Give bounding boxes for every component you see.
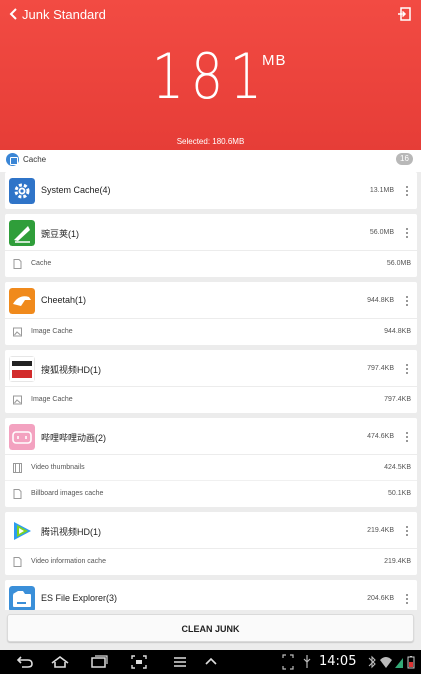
app-name: 腾讯视频HD(1) — [41, 527, 101, 537]
tencent-video-icon — [9, 518, 35, 544]
file-icon — [13, 557, 22, 567]
list-item[interactable]: 豌豆荚(1) 56.0MB Cache 56.0MB — [5, 214, 417, 277]
list-item[interactable]: 哔哩哔哩动画(2) 474.6KB Video thumbnails 424.5… — [5, 418, 417, 507]
signal-icon — [395, 658, 403, 668]
list-item[interactable]: 腾讯视频HD(1) 219.4KB Video information cach… — [5, 512, 417, 575]
cache-row[interactable]: Video thumbnails 424.5KB — [5, 455, 417, 481]
chevron-up-icon[interactable] — [203, 654, 219, 670]
page-title: Junk Standard — [22, 7, 106, 22]
app-name: ES File Explorer(3) — [41, 593, 118, 603]
file-icon — [13, 259, 22, 269]
app-size: 56.0MB — [369, 229, 394, 236]
bluetooth-icon — [368, 655, 376, 669]
cache-row[interactable]: Image Cache 944.8KB — [5, 319, 417, 345]
more-options-icon[interactable] — [405, 431, 408, 443]
list-item[interactable]: 搜狐视频HD(1) 797.4KB Image Cache 797.4KB — [5, 350, 417, 413]
cache-name: Image Cache — [31, 328, 73, 335]
top-bar: Junk Standard — [0, 0, 421, 28]
cache-name: Video information cache — [31, 558, 106, 565]
app-size: 944.8KB — [367, 297, 394, 304]
exit-icon[interactable] — [397, 7, 411, 21]
screen: Junk Standard 181 MB Selected: 180.6MB C… — [0, 0, 421, 674]
app-row[interactable]: 搜狐视频HD(1) 797.4KB — [5, 350, 417, 387]
bilibili-icon — [9, 424, 35, 450]
cache-size: 219.4KB — [384, 558, 411, 565]
cache-row[interactable]: Image Cache 797.4KB — [5, 387, 417, 413]
app-row[interactable]: System Cache(4) 13.1MB — [5, 172, 417, 209]
app-size: 13.1MB — [369, 187, 394, 194]
section-header[interactable] — [0, 150, 421, 172]
cheetah-icon — [9, 288, 35, 314]
home-icon[interactable] — [50, 654, 70, 670]
junk-size-unit: MB — [262, 52, 287, 69]
junk-size-display: 181 MB — [0, 40, 421, 113]
back-icon[interactable] — [14, 654, 34, 670]
app-row[interactable]: 哔哩哔哩动画(2) 474.6KB — [5, 418, 417, 455]
junk-list[interactable]: System Cache(4) 13.1MB 豌豆荚(1) 56.0MB Cac… — [5, 172, 417, 612]
wandoujia-icon — [9, 220, 35, 246]
menu-icon[interactable] — [172, 654, 188, 670]
gear-icon — [9, 178, 35, 204]
section-label: Cache — [23, 155, 47, 164]
list-item[interactable]: ES File Explorer(3) 204.6KB — [5, 580, 417, 612]
cache-row[interactable]: Cache 56.0MB — [5, 251, 417, 277]
film-icon — [13, 463, 22, 473]
app-name: System Cache(4) — [41, 185, 111, 195]
more-options-icon[interactable] — [405, 525, 408, 537]
cache-size: 944.8KB — [384, 328, 411, 335]
cache-name: Video thumbnails — [31, 464, 85, 471]
list-item[interactable]: Cheetah(1) 944.8KB Image Cache 944.8KB — [5, 282, 417, 345]
header: Junk Standard 181 MB Selected: 180.6MB — [0, 0, 421, 150]
app-size: 474.6KB — [367, 433, 394, 440]
junk-size-value: 181 — [152, 40, 269, 113]
app-size: 797.4KB — [367, 365, 394, 372]
screenshot-icon[interactable] — [130, 654, 148, 670]
system-nav-bar: 14:05 — [0, 650, 421, 674]
app-name: 哔哩哔哩动画(2) — [41, 433, 106, 443]
cache-section-icon — [6, 153, 19, 166]
wifi-icon — [380, 657, 392, 668]
es-file-explorer-icon — [9, 586, 35, 612]
cache-row[interactable]: Video information cache 219.4KB — [5, 549, 417, 575]
usb-icon — [303, 655, 311, 668]
more-options-icon[interactable] — [405, 227, 408, 239]
image-icon — [13, 327, 22, 337]
app-row[interactable]: 腾讯视频HD(1) 219.4KB — [5, 512, 417, 549]
cache-size: 797.4KB — [384, 396, 411, 403]
app-size: 219.4KB — [367, 527, 394, 534]
cache-size: 56.0MB — [386, 260, 411, 267]
selected-size: Selected: 180.6MB — [176, 137, 245, 146]
cache-size: 50.1KB — [388, 490, 411, 497]
image-icon — [13, 395, 22, 405]
more-options-icon[interactable] — [405, 363, 408, 375]
more-options-icon[interactable] — [405, 593, 408, 605]
section-count-badge: 16 — [396, 153, 413, 165]
recent-apps-icon[interactable] — [89, 654, 109, 670]
file-icon — [13, 489, 22, 499]
clock: 14:05 — [319, 654, 357, 669]
more-options-icon[interactable] — [405, 185, 408, 197]
clean-junk-button[interactable]: CLEAN JUNK — [7, 614, 414, 642]
back-arrow-icon[interactable] — [9, 7, 19, 21]
app-name: 豌豆荚(1) — [41, 229, 79, 239]
screenshot-notification-icon — [282, 654, 294, 670]
sohu-video-icon — [9, 356, 35, 382]
battery-icon — [407, 656, 415, 669]
list-item[interactable]: System Cache(4) 13.1MB — [5, 172, 417, 209]
app-row[interactable]: 豌豆荚(1) 56.0MB — [5, 214, 417, 251]
cache-name: Cache — [31, 260, 52, 267]
app-name: Cheetah(1) — [41, 295, 87, 305]
app-size: 204.6KB — [367, 595, 394, 602]
app-row[interactable]: Cheetah(1) 944.8KB — [5, 282, 417, 319]
app-name: 搜狐视频HD(1) — [41, 365, 101, 375]
cache-row[interactable]: Billboard images cache 50.1KB — [5, 481, 417, 507]
app-row[interactable]: ES File Explorer(3) 204.6KB — [5, 580, 417, 612]
cache-size: 424.5KB — [384, 464, 411, 471]
cache-name: Image Cache — [31, 396, 73, 403]
cache-name: Billboard images cache — [31, 490, 104, 497]
more-options-icon[interactable] — [405, 295, 408, 307]
